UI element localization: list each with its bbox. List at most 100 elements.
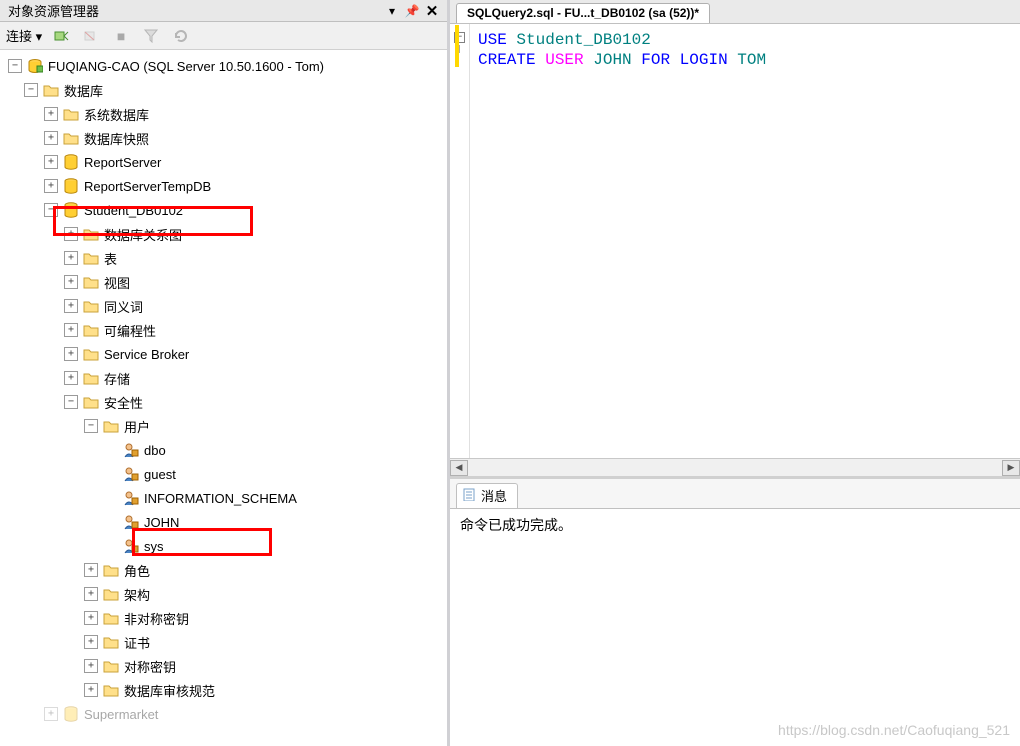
database-icon [62, 706, 80, 722]
database-icon [62, 154, 80, 170]
expand-icon[interactable]: + [64, 275, 78, 289]
server-icon [26, 58, 44, 74]
database-icon [62, 178, 80, 194]
user-guest-node[interactable]: guest [4, 462, 445, 486]
user-icon [122, 490, 140, 506]
change-marker [455, 25, 459, 67]
editor-hscrollbar[interactable]: ◀ ▶ [450, 458, 1020, 476]
refresh-icon[interactable] [170, 26, 192, 46]
editor-tab[interactable]: SQLQuery2.sql - FU...t_DB0102 (sa (52))* [456, 3, 710, 23]
folder-icon [102, 682, 120, 698]
folder-icon [82, 226, 100, 242]
expand-icon[interactable]: + [84, 683, 98, 697]
disconnect-icon[interactable] [80, 26, 102, 46]
collapse-icon[interactable]: − [24, 83, 38, 97]
expand-icon[interactable]: + [84, 587, 98, 601]
folder-icon [82, 274, 100, 290]
reportserver-node[interactable]: + ReportServer [4, 150, 445, 174]
editor-gutter: − [450, 24, 470, 458]
system-databases-node[interactable]: + 系统数据库 [4, 102, 445, 126]
folder-icon [82, 298, 100, 314]
databases-node[interactable]: − 数据库 [4, 78, 445, 102]
folder-icon [82, 346, 100, 362]
expand-icon[interactable]: + [44, 707, 58, 721]
panel-title: 对象资源管理器 [8, 1, 381, 20]
supermarket-node[interactable]: + Supermarket [4, 702, 445, 726]
expand-icon[interactable]: + [44, 179, 58, 193]
messages-tab[interactable]: 消息 [456, 483, 518, 508]
storage-node[interactable]: + 存储 [4, 366, 445, 390]
collapse-icon[interactable]: − [84, 419, 98, 433]
asym-keys-node[interactable]: + 非对称密钥 [4, 606, 445, 630]
security-node[interactable]: − 安全性 [4, 390, 445, 414]
pin-icon[interactable]: 📌 [403, 2, 421, 20]
messages-tab-label: 消息 [481, 486, 507, 505]
diagram-node[interactable]: + 数据库关系图 [4, 222, 445, 246]
tables-node[interactable]: + 表 [4, 246, 445, 270]
dropdown-icon[interactable]: ▾ [383, 2, 401, 20]
server-node[interactable]: − FUQIANG-CAO (SQL Server 10.50.1600 - T… [4, 54, 445, 78]
collapse-icon[interactable]: − [44, 203, 58, 217]
expand-icon[interactable]: + [44, 107, 58, 121]
user-icon [122, 466, 140, 482]
user-john-node[interactable]: JOHN [4, 510, 445, 534]
certs-node[interactable]: + 证书 [4, 630, 445, 654]
collapse-icon[interactable]: − [64, 395, 78, 409]
sym-keys-node[interactable]: + 对称密钥 [4, 654, 445, 678]
user-icon [122, 442, 140, 458]
database-icon [62, 202, 80, 218]
object-explorer-tree[interactable]: − FUQIANG-CAO (SQL Server 10.50.1600 - T… [0, 50, 447, 746]
message-icon [463, 487, 477, 504]
roles-node[interactable]: + 角色 [4, 558, 445, 582]
connect-button[interactable]: 连接 ▾ [6, 26, 42, 45]
user-dbo-node[interactable]: dbo [4, 438, 445, 462]
student-db-node[interactable]: − Student_DB0102 [4, 198, 445, 222]
expand-icon[interactable]: + [64, 371, 78, 385]
filter-icon[interactable] [140, 26, 162, 46]
scroll-left-icon[interactable]: ◀ [450, 460, 468, 476]
reportservertemp-node[interactable]: + ReportServerTempDB [4, 174, 445, 198]
close-icon[interactable]: ✕ [423, 2, 441, 20]
messages-panel: 消息 命令已成功完成。 [450, 476, 1020, 746]
schemas-node[interactable]: + 架构 [4, 582, 445, 606]
folder-icon [82, 250, 100, 266]
collapse-icon[interactable]: − [8, 59, 22, 73]
messages-output: 命令已成功完成。 [450, 508, 1020, 541]
expand-icon[interactable]: + [64, 227, 78, 241]
user-info-schema-node[interactable]: INFORMATION_SCHEMA [4, 486, 445, 510]
service-broker-node[interactable]: + Service Broker [4, 342, 445, 366]
views-node[interactable]: + 视图 [4, 270, 445, 294]
panel-header: 对象资源管理器 ▾ 📌 ✕ [0, 0, 447, 22]
sql-editor[interactable]: − USE Student_DB0102 CREATE USER JOHN FO… [450, 24, 1020, 458]
folder-icon [102, 562, 120, 578]
folder-icon [82, 370, 100, 386]
users-node[interactable]: − 用户 [4, 414, 445, 438]
connect-icon[interactable] [50, 26, 72, 46]
folder-icon [42, 82, 60, 98]
expand-icon[interactable]: + [44, 155, 58, 169]
snapshots-node[interactable]: + 数据库快照 [4, 126, 445, 150]
folder-icon [102, 418, 120, 434]
user-icon [122, 538, 140, 554]
folder-icon [82, 394, 100, 410]
expand-icon[interactable]: + [64, 323, 78, 337]
folder-icon [102, 658, 120, 674]
folder-icon [102, 610, 120, 626]
expand-icon[interactable]: + [64, 299, 78, 313]
expand-icon[interactable]: + [84, 611, 98, 625]
expand-icon[interactable]: + [84, 563, 98, 577]
folder-icon [102, 634, 120, 650]
audit-node[interactable]: + 数据库审核规范 [4, 678, 445, 702]
synonyms-node[interactable]: + 同义词 [4, 294, 445, 318]
stop-icon[interactable]: ■ [110, 26, 132, 46]
programmability-node[interactable]: + 可编程性 [4, 318, 445, 342]
expand-icon[interactable]: + [84, 659, 98, 673]
expand-icon[interactable]: + [64, 251, 78, 265]
user-sys-node[interactable]: sys [4, 534, 445, 558]
expand-icon[interactable]: + [84, 635, 98, 649]
expand-icon[interactable]: + [64, 347, 78, 361]
expand-icon[interactable]: + [44, 131, 58, 145]
editor-code[interactable]: USE Student_DB0102 CREATE USER JOHN FOR … [470, 24, 774, 458]
scroll-right-icon[interactable]: ▶ [1002, 460, 1020, 476]
explorer-toolbar: 连接 ▾ ■ [0, 22, 447, 50]
